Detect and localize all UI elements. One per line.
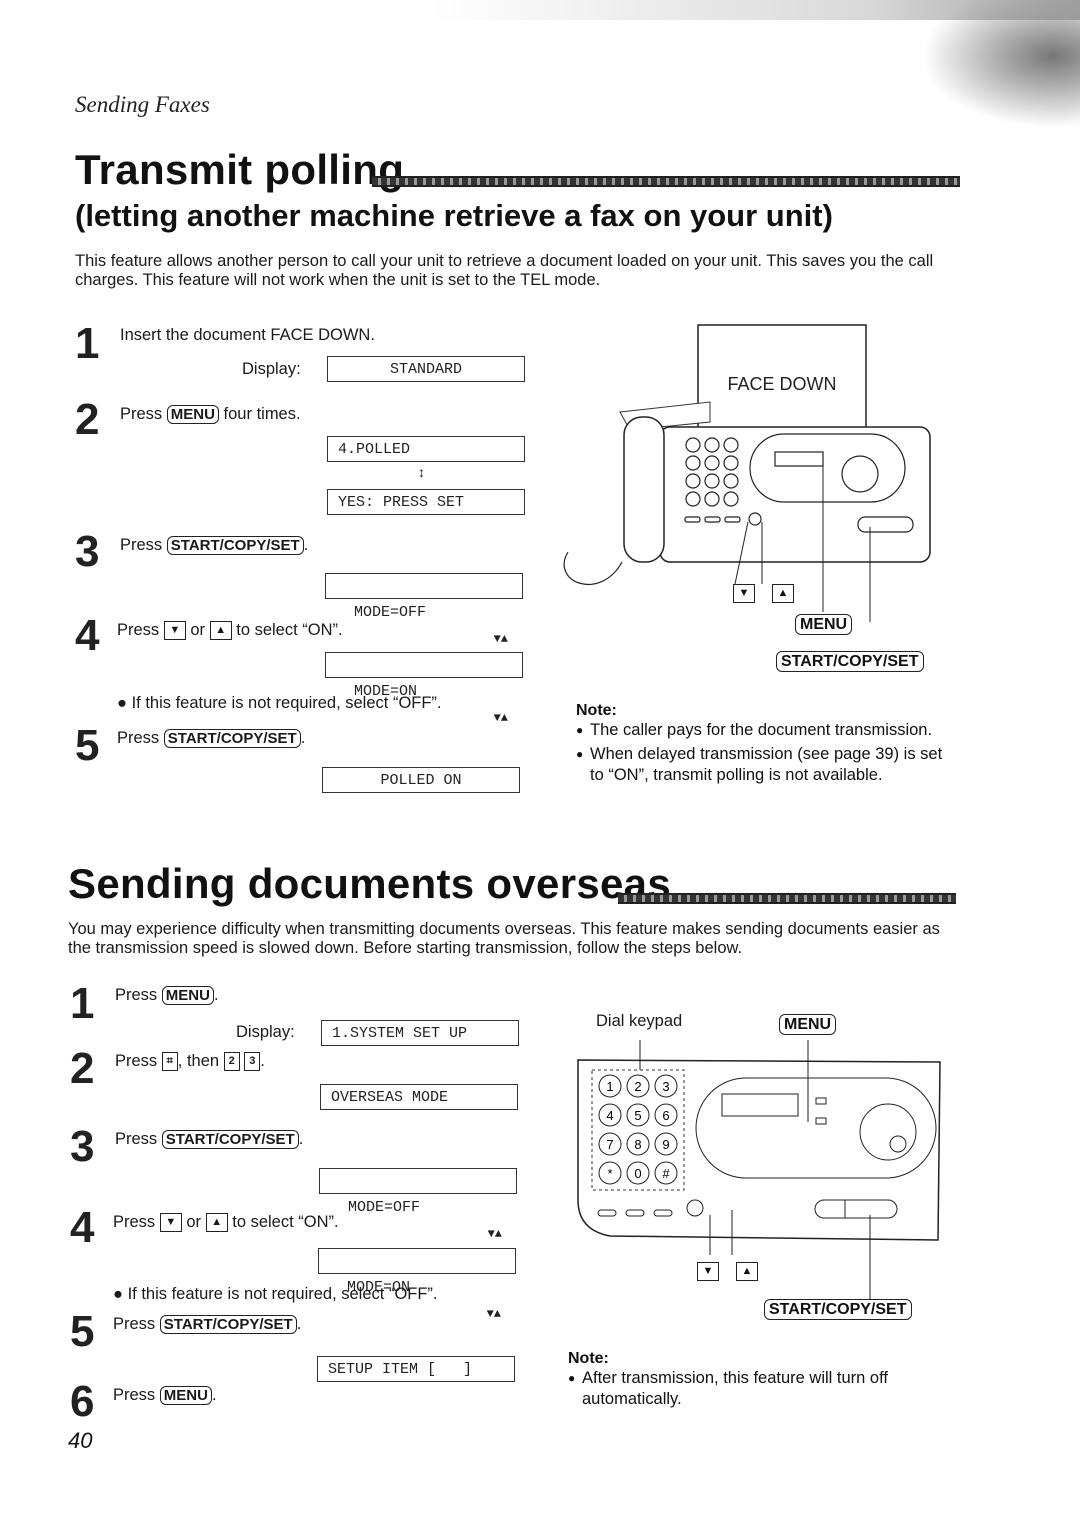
step-text: Press START/COPY/SET. xyxy=(117,729,306,748)
menu-key-label: MENU xyxy=(779,1014,837,1035)
keypad-key-label: 6 xyxy=(662,1108,669,1123)
step-number: 2 xyxy=(75,395,100,444)
step-text: Press START/COPY/SET. xyxy=(113,1315,302,1334)
step-number: 1 xyxy=(75,319,100,368)
keypad-key-label: 7 xyxy=(606,1137,613,1152)
lcd-display: 4.POLLED xyxy=(327,436,525,462)
note-item: ● The caller pays for the document transm… xyxy=(576,721,933,739)
keypad-key-label: * xyxy=(607,1166,612,1181)
key-2: 2 xyxy=(223,1052,240,1072)
step-text: Press ▼ or ▲ to select “ON”. xyxy=(113,1213,339,1233)
start-copy-set-key: START/COPY/SET xyxy=(163,729,301,748)
subheading-transmit-polling: (letting another machine retrieve a fax … xyxy=(75,198,833,233)
step-number: 3 xyxy=(70,1122,95,1171)
bullet-note: ● If this feature is not required, selec… xyxy=(117,694,442,712)
display-label: Display: xyxy=(242,360,301,378)
lcd-display: MODE=ON ▼▲ xyxy=(318,1248,516,1321)
down-key-icon: ▼ xyxy=(163,621,186,641)
arrow-keys-icon: ▼▲ xyxy=(486,1307,501,1321)
step-number: 4 xyxy=(70,1203,95,1252)
step-text: Press MENU. xyxy=(115,986,219,1005)
keypad-key-label: 8 xyxy=(634,1137,641,1152)
handset-icon xyxy=(623,416,665,563)
face-down-label: FACE DOWN xyxy=(727,374,836,394)
down-key-icon: ▼ xyxy=(697,1262,719,1281)
intro-transmit-polling: This feature allows another person to ca… xyxy=(75,252,934,289)
up-key-icon: ▲ xyxy=(205,1213,228,1233)
start-copy-set-key-label: START/COPY/SET xyxy=(776,651,924,672)
menu-key: MENU xyxy=(159,1386,212,1405)
hash-key-icon: ⌗ xyxy=(161,1052,178,1072)
arrow-keys-icon: ▼▲ xyxy=(493,632,508,646)
start-copy-set-key: START/COPY/SET xyxy=(159,1315,297,1334)
keypad-key-label: # xyxy=(662,1166,670,1181)
heading-rule xyxy=(618,893,956,904)
step-number: 1 xyxy=(70,979,95,1028)
up-key-icon: ▲ xyxy=(772,584,794,603)
menu-key-label: MENU xyxy=(795,614,853,635)
note-title: Note: xyxy=(576,702,617,719)
step-text: Press ⌗, then 2 3. xyxy=(115,1052,265,1072)
toggle-arrow-icon: ↕ xyxy=(418,464,425,480)
start-copy-set-key: START/COPY/SET xyxy=(166,536,304,555)
heading-rule xyxy=(372,176,960,187)
down-key-icon: ▼ xyxy=(159,1213,182,1233)
step-text: Press START/COPY/SET. xyxy=(120,536,309,555)
section-label: Sending Faxes xyxy=(75,92,210,117)
keypad-key-label: 3 xyxy=(662,1079,669,1094)
heading-sending-overseas: Sending documents overseas xyxy=(68,860,671,907)
lcd-display: 1.SYSTEM SET UP xyxy=(321,1020,519,1046)
lcd-display: POLLED ON xyxy=(322,767,520,793)
step-text: Press ▼ or ▲ to select “ON”. xyxy=(117,621,343,641)
lcd-display: OVERSEAS MODE xyxy=(320,1084,518,1110)
keypad-key-label: 0 xyxy=(634,1166,641,1181)
lcd-display: SETUP ITEM [ ] xyxy=(317,1356,515,1382)
step-text: Press MENU four times. xyxy=(120,405,301,424)
key-3: 3 xyxy=(244,1052,261,1072)
bullet-note: ● If this feature is not required, selec… xyxy=(113,1285,438,1303)
step-number: 5 xyxy=(70,1307,95,1356)
fax-panel-illustration: 1 2 3 4 5 6 7 8 9 * 0 # xyxy=(577,1040,941,1300)
lcd-display: MODE=OFF ▼▲ xyxy=(319,1168,517,1241)
keypad-key-label: 1 xyxy=(606,1079,613,1094)
scan-artifact-corner xyxy=(900,0,1080,140)
step-number: 3 xyxy=(75,527,100,576)
start-copy-set-key-label: START/COPY/SET xyxy=(764,1299,912,1320)
note-item: ● When delayed transmission (see page 39)… xyxy=(576,745,943,784)
note-overseas: Note: ● After transmission, this feature … xyxy=(568,1350,948,1410)
step-text: Press MENU. xyxy=(113,1386,217,1405)
down-key-icon: ▼ xyxy=(733,584,755,603)
keypad-key-label: 9 xyxy=(662,1137,669,1152)
fax-machine-illustration: FACE DOWN xyxy=(563,324,931,622)
step-number: 6 xyxy=(70,1377,95,1426)
step-number: 5 xyxy=(75,721,100,770)
page-number: 40 xyxy=(68,1428,93,1453)
note-item: ● After transmission, this feature will t… xyxy=(568,1369,888,1408)
step-text: Press START/COPY/SET. xyxy=(115,1130,304,1149)
arrow-keys-icon: ▼▲ xyxy=(487,1227,502,1241)
lcd-display: MODE=OFF ▼▲ xyxy=(325,573,523,646)
heading-transmit-polling: Transmit polling xyxy=(75,146,405,193)
intro-overseas: You may experience difficulty when trans… xyxy=(68,920,940,957)
lcd-display: MODE=ON ▼▲ xyxy=(325,652,523,725)
keypad-key-label: 5 xyxy=(634,1108,641,1123)
step-number: 2 xyxy=(70,1044,95,1093)
keypad-key-label: 4 xyxy=(606,1108,613,1123)
lcd-display: YES: PRESS SET xyxy=(327,489,525,515)
start-copy-set-key: START/COPY/SET xyxy=(161,1130,299,1149)
lcd-display: STANDARD xyxy=(327,356,525,382)
display-label: Display: xyxy=(236,1023,295,1041)
up-key-icon: ▲ xyxy=(209,621,232,641)
note-transmit-polling: Note: ● The caller pays for the document … xyxy=(576,702,956,786)
menu-key: MENU xyxy=(161,986,214,1005)
step-text: Insert the document FACE DOWN. xyxy=(120,326,375,344)
arrow-keys-icon: ▼▲ xyxy=(493,711,508,725)
step-number: 4 xyxy=(75,611,100,660)
up-key-icon: ▲ xyxy=(736,1262,758,1281)
keypad-key-label: 2 xyxy=(634,1079,641,1094)
dial-keypad-label: Dial keypad xyxy=(596,1012,683,1030)
note-title: Note: xyxy=(568,1350,609,1367)
menu-key: MENU xyxy=(166,405,219,424)
